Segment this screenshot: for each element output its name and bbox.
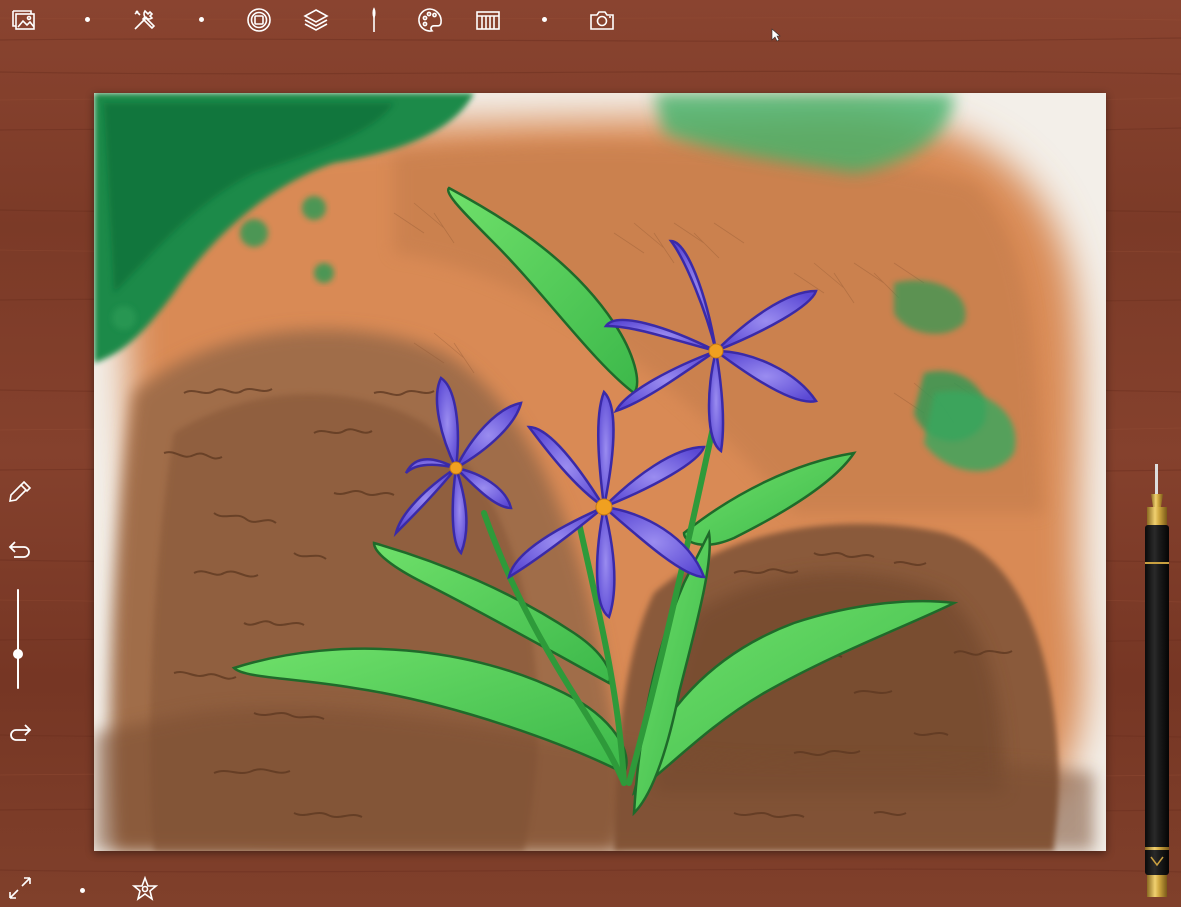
brush-size-slider-knob[interactable]: [13, 649, 23, 659]
brush-icon[interactable]: [358, 4, 390, 36]
eyedropper-icon[interactable]: [4, 476, 36, 508]
redo-icon[interactable]: [4, 715, 36, 747]
toolbar-separator-dot: [199, 17, 204, 22]
gallery-icon[interactable]: [8, 4, 40, 36]
favorite-icon[interactable]: [129, 873, 161, 905]
camera-icon[interactable]: [586, 4, 618, 36]
toolbar-separator-dot: [80, 888, 85, 893]
undo-icon[interactable]: [4, 532, 36, 564]
pen-tool[interactable]: [1139, 462, 1175, 900]
drawing-canvas[interactable]: [94, 93, 1106, 851]
mouse-cursor: [771, 28, 781, 42]
tools-icon[interactable]: [128, 4, 160, 36]
layers-icon[interactable]: [300, 4, 332, 36]
painting-artwork: [94, 93, 1106, 851]
brush-size-slider[interactable]: [17, 589, 19, 689]
toolbar-separator-dot: [85, 17, 90, 22]
toolbar-separator-dot: [542, 17, 547, 22]
fullscreen-icon[interactable]: [4, 872, 36, 904]
paper-icon[interactable]: [472, 4, 504, 36]
palette-icon[interactable]: [414, 4, 446, 36]
brush-tool-icon[interactable]: [243, 4, 275, 36]
